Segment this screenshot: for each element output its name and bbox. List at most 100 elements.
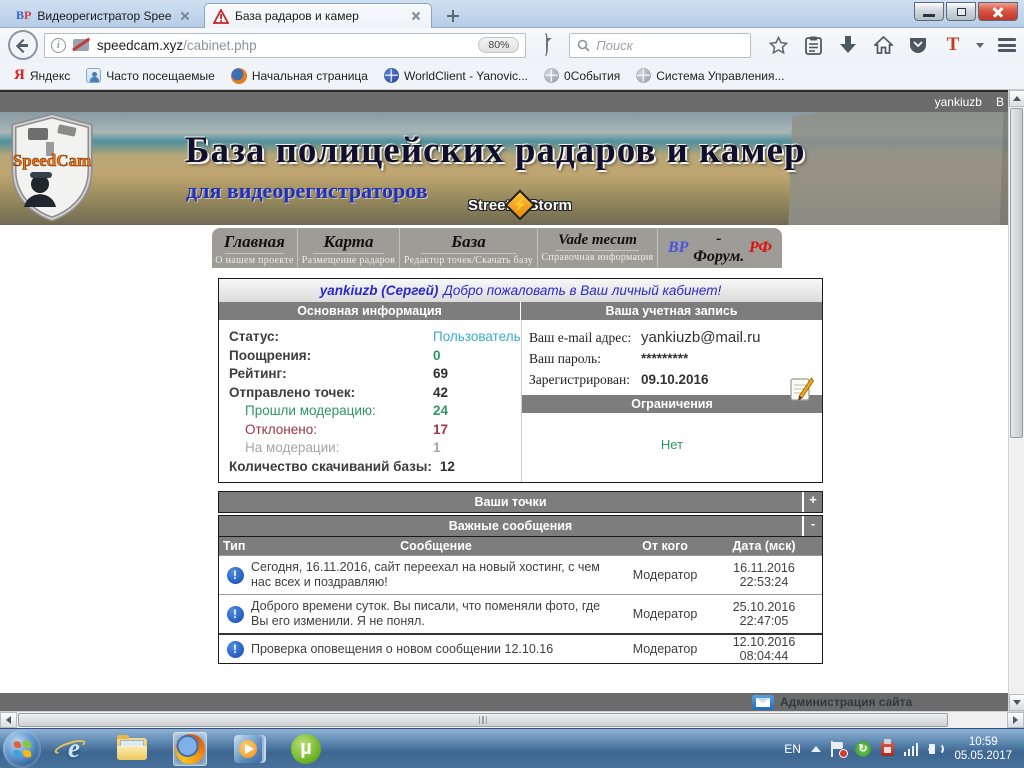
stats-column: Статус: Пользователь Поощрения: 0 Рейтин… [219,320,521,482]
taskbar-media-player[interactable] [231,732,265,766]
search-box[interactable]: Поиск [569,33,751,58]
info-icon: ! [227,641,244,658]
restore-button[interactable] [946,2,976,21]
close-button[interactable] [978,2,1018,21]
forum-rf: РФ [749,239,772,257]
email-value: yankiuzb@mail.ru [641,327,760,348]
site-topbar: yankiuzb В [0,90,1008,112]
stat-label: Статус: [229,328,433,347]
taskbar-clock[interactable]: 10:59 05.05.2017 [954,735,1016,763]
search-icon [577,39,590,52]
restrictions-value: Нет [522,437,822,452]
library-button[interactable] [796,31,830,59]
taskbar-firefox-active[interactable] [173,732,207,766]
bookmark-worldclient[interactable]: WorldClient - Yanovic... [378,66,534,85]
edit-profile-icon[interactable] [790,376,814,402]
new-tab-button[interactable] [440,5,466,27]
tab-close-icon[interactable] [409,9,423,23]
windows-logo-icon [14,740,32,757]
scroll-up-button[interactable] [1009,90,1024,107]
scroll-down-button[interactable] [1009,694,1024,711]
bookmark-events[interactable]: 0События [538,66,626,85]
page-info-icon[interactable]: i [51,38,66,53]
stat-pending: На модерации: 1 [229,439,521,458]
nav-item-home[interactable]: Главная О нашем проекте [212,228,298,268]
stat-rejected: Отклонено: 17 [229,421,521,440]
logged-in-username: yankiuzb [935,95,982,109]
divider [421,253,517,254]
vertical-scrollbar[interactable] [1008,90,1024,711]
tab-radar-base[interactable]: База радаров и камер [204,3,432,28]
taskbar-explorer[interactable] [115,732,149,766]
language-indicator[interactable]: EN [784,742,801,756]
mail-envelope-icon[interactable] [752,695,774,710]
logout-link-partial[interactable]: В [996,95,1004,109]
translate-icon: T [947,34,960,56]
back-button[interactable] [8,30,38,60]
tab-speedcam-recorder[interactable]: BP Видеорегистратор SpeedCa [8,3,200,28]
section-headers: Основная информация Ваша учетная запись [219,302,822,320]
toolbar-overflow-button[interactable] [971,31,989,59]
bookmark-yandex[interactable]: Я Яндекс [8,65,76,86]
reload-button[interactable] [535,35,557,55]
tab-title: Видеорегистратор SpeedCa [37,9,172,23]
horizontal-scroll-thumb[interactable] [18,713,948,727]
minimize-button[interactable] [914,2,944,21]
messages-collapse-button[interactable]: - [802,516,822,536]
clipboard-icon [805,36,822,55]
menu-button[interactable] [990,31,1024,59]
nav-item-map[interactable]: Карта Размещение радаров [298,228,400,268]
forum-vr: ВР [668,239,688,257]
minimize-icon [923,14,935,17]
bookmark-label: Часто посещаемые [106,69,215,83]
volume-icon[interactable] [928,742,944,756]
points-expand-button[interactable]: + [802,492,822,512]
plugin-blocked-icon[interactable] [73,39,89,51]
nav-item-forum[interactable]: ВР - Форум. РФ [658,228,782,268]
clock-time: 10:59 [954,735,1012,749]
your-points-bar: Ваши точки + [218,491,823,513]
hidden-icons-arrow[interactable] [811,741,821,752]
bookmark-control-system[interactable]: Система Управления... [630,66,790,85]
translate-button[interactable]: T [936,31,970,59]
downloads-button[interactable] [831,31,865,59]
sync-icon[interactable]: ↻ [855,741,871,757]
important-messages-label: Важные сообщения [219,516,802,536]
nav-sublabel: Редактор точек/Скачать базу [400,255,537,266]
nav-item-base[interactable]: База Редактор точек/Скачать базу [400,228,538,268]
address-bar[interactable]: i speedcam.xyz/cabinet.php 80% [44,33,527,58]
horizontal-scrollbar[interactable] [0,711,1024,728]
zoom-level-badge[interactable]: 80% [478,37,519,53]
home-button[interactable] [866,31,900,59]
network-signal-icon[interactable] [904,742,919,756]
account-column: Ваш e-mail адрес: yankiuzb@mail.ru Ваш п… [521,320,822,482]
url-text[interactable]: speedcam.xyz/cabinet.php [97,38,479,53]
scroll-right-button[interactable] [1007,712,1024,728]
account-label: Ваш e-mail адрес: [529,327,641,348]
stat-value[interactable]: Пользователь [433,328,521,347]
pocket-button[interactable] [901,31,935,59]
warning-triangle-icon [213,9,229,24]
tab-close-icon[interactable] [178,9,192,23]
nav-item-vademecum[interactable]: Vade mecum Справочная информация [538,228,658,268]
footer-admin-link[interactable]: Администрация сайта [780,695,912,709]
message-text: Проверка оповещения о новом сообщении 12… [251,638,621,661]
bookmark-star-button[interactable] [761,31,795,59]
window-controls [914,2,1018,21]
bookmark-frequent[interactable]: Часто посещаемые [80,66,221,85]
bookmark-home-page[interactable]: Начальная страница [225,66,374,86]
vertical-scroll-thumb[interactable] [1010,108,1023,438]
triangle-down-icon [1013,700,1021,709]
start-button[interactable] [3,730,41,768]
account-label: Ваш пароль: [529,348,641,369]
scroll-left-button[interactable] [0,712,17,728]
taskbar-ie[interactable]: e [57,732,91,766]
bookmarks-bar: Я Яндекс Часто посещаемые Начальная стра… [0,62,1024,90]
action-center-flag-icon[interactable] [831,741,845,757]
taskbar-utorrent[interactable]: µ [289,732,323,766]
windows-taskbar: e µ EN ↻ 10:59 [0,728,1024,768]
safely-remove-icon[interactable] [881,742,894,756]
globe-icon [384,68,399,83]
welcome-username: yankiuzb (Сергей) [320,283,439,298]
streetstorm-logo: Street ⚡ Storm [468,194,572,216]
